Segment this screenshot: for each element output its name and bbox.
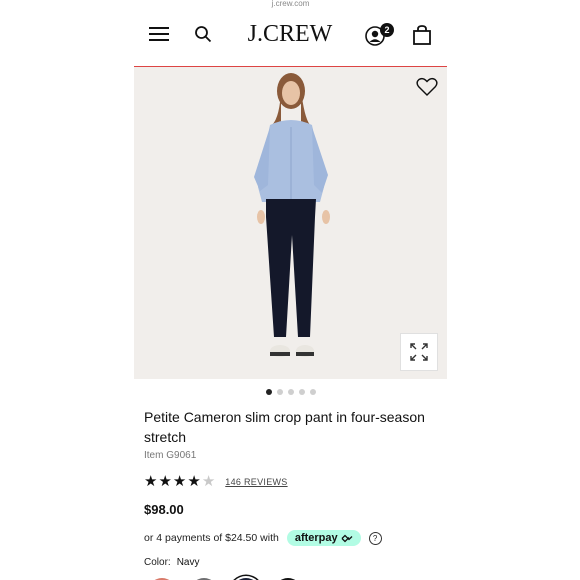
mobile-page: j.crew.com J.CREW 2 Petite Cameron slim … [134,0,447,580]
shopping-bag-icon[interactable] [412,24,432,46]
help-icon[interactable]: ? [368,531,382,545]
color-swatches [144,572,437,580]
installments-text: or 4 payments of $24.50 with [144,532,279,544]
gallery-dot-4[interactable] [298,389,305,395]
afterpay-logo-icon [341,534,353,542]
brand-logo[interactable]: J.CREW [244,21,336,48]
url-bar[interactable]: j.crew.com [134,0,447,10]
star-filled-icon: ★ [172,473,187,490]
afterpay-badge[interactable]: afterpay [286,530,361,546]
color-row: Color: Navy [144,557,437,568]
site-header: J.CREW 2 [134,10,447,67]
color-label: Color: [144,557,171,568]
gallery-dot-3[interactable] [287,389,294,395]
url-text: j.crew.com [271,0,310,8]
gallery-dot-1[interactable] [265,389,272,395]
wishlist-heart-icon[interactable] [416,77,438,97]
afterpay-label: afterpay [294,532,338,544]
left-margin [0,0,134,580]
star-filled-icon: ★ [144,473,158,490]
star-empty-icon: ★ [201,473,216,490]
rating-row: ★ ★ ★ ★ ★ 146 REVIEWS [144,474,437,490]
star-filled-icon: ★ [158,473,172,490]
cart-count-badge: 2 [380,23,394,37]
screenshot-frame: j.crew.com J.CREW 2 Petite Cameron slim … [0,0,580,580]
search-icon[interactable] [194,25,212,43]
gallery-dot-5[interactable] [309,389,316,395]
price: $98.00 [144,502,184,517]
hamburger-menu-icon[interactable] [149,27,169,41]
installments-row: or 4 payments of $24.50 with afterpay ? [144,530,437,546]
color-value: Navy [176,557,200,568]
star-rating[interactable]: ★ ★ ★ ★ ★ [144,474,215,490]
product-image-gallery[interactable] [134,67,447,379]
product-title: Petite Cameron slim crop pant in four-se… [144,409,425,445]
item-number: Item G9061 [144,450,197,461]
expand-icon[interactable] [400,333,438,371]
reviews-link[interactable]: 146 REVIEWS [225,477,287,487]
product-info: Petite Cameron slim crop pant in four-se… [134,407,447,580]
star-filled-icon: ★ [187,473,201,490]
right-margin [447,0,580,580]
gallery-pagination [134,379,447,405]
gallery-dot-2[interactable] [276,389,283,395]
